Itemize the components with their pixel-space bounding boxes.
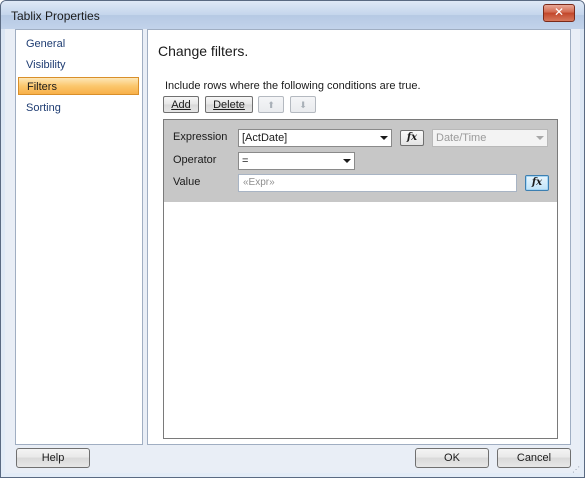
chevron-down-icon — [343, 159, 351, 163]
data-type-combo: Date/Time — [432, 129, 548, 147]
nav-item-sorting[interactable]: Sorting — [18, 99, 139, 117]
chevron-down-icon — [380, 136, 388, 140]
title-bar: Tablix Properties ✕ — [1, 1, 584, 29]
dialog-window: Tablix Properties ✕ General Visibility F… — [0, 0, 585, 478]
nav-item-general[interactable]: General — [18, 35, 139, 53]
filters-panel: Change filters. Include rows where the f… — [147, 29, 571, 445]
move-down-button[interactable]: ⬇ — [290, 96, 316, 113]
expression-label: Expression — [173, 131, 228, 143]
close-button[interactable]: ✕ — [543, 4, 575, 22]
value-fx-button[interactable]: fx — [525, 175, 549, 191]
help-button[interactable]: Help — [16, 448, 90, 468]
page-nav: General Visibility Filters Sorting — [15, 29, 143, 445]
arrow-up-icon: ⬆ — [267, 101, 275, 111]
chevron-down-icon — [536, 136, 544, 140]
dialog-client-area: General Visibility Filters Sorting Chang… — [5, 29, 580, 473]
cancel-button[interactable]: Cancel — [497, 448, 571, 468]
data-type-value: Date/Time — [436, 132, 487, 144]
window-title: Tablix Properties — [11, 9, 100, 23]
operator-label: Operator — [173, 154, 217, 166]
operator-combo[interactable]: = — [238, 152, 355, 170]
expression-value: [ActDate] — [242, 132, 288, 144]
value-input[interactable]: «Expr» — [238, 174, 517, 192]
nav-item-visibility[interactable]: Visibility — [18, 56, 139, 74]
delete-button[interactable]: Delete — [205, 96, 253, 113]
value-label: Value — [173, 176, 201, 188]
ok-button[interactable]: OK — [415, 448, 489, 468]
arrow-down-icon: ⬇ — [299, 101, 307, 111]
close-icon: ✕ — [553, 5, 565, 19]
page-title: Change filters. — [158, 43, 249, 59]
operator-value: = — [242, 155, 249, 167]
delete-button-label: Delete — [213, 99, 245, 111]
move-up-button[interactable]: ⬆ — [258, 96, 284, 113]
filter-list: Expression [ActDate] fx Date/Time Operat… — [163, 119, 558, 439]
filter-row: Expression [ActDate] fx Date/Time Operat… — [164, 120, 557, 202]
expression-fx-button[interactable]: fx — [400, 130, 424, 146]
nav-item-filters[interactable]: Filters — [18, 77, 139, 95]
instruction-text: Include rows where the following conditi… — [165, 80, 421, 92]
expression-combo[interactable]: [ActDate] — [238, 129, 392, 147]
add-button-label: Add — [171, 99, 191, 111]
resize-grip-icon[interactable]: ⋰ — [572, 465, 582, 475]
add-button[interactable]: Add — [163, 96, 199, 113]
